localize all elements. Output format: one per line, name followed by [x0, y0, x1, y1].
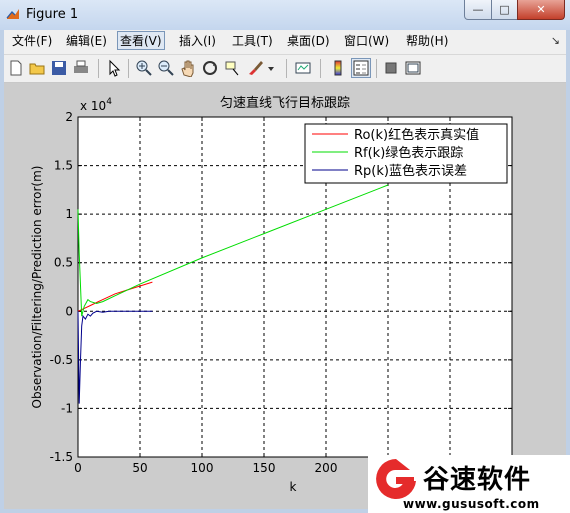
x-tick-label: 200 — [315, 461, 338, 475]
y-multiplier-label: x 104 — [80, 97, 112, 113]
x-tick-label: 50 — [132, 461, 147, 475]
y-tick-label: 1 — [65, 207, 73, 221]
legend-entry: Rp(k)蓝色表示误差 — [354, 163, 467, 179]
legend-entry: Ro(k)红色表示真实值 — [354, 127, 479, 143]
gusu-logo-icon — [376, 459, 416, 499]
watermark-brand: 谷速软件 — [423, 465, 532, 495]
y-axis-label: Observation/Filtering/Prediction error(m… — [30, 166, 44, 409]
legend-entry: Rf(k)绿色表示跟踪 — [354, 145, 463, 161]
x-axis-label: k — [290, 480, 297, 494]
y-tick-label: 0 — [65, 304, 73, 318]
y-tick-label: 0.5 — [54, 256, 73, 270]
y-tick-label: -1.5 — [50, 450, 73, 464]
y-tick-label: -0.5 — [50, 353, 73, 367]
y-tick-label: -1 — [61, 401, 73, 415]
x-tick-label: 0 — [74, 461, 82, 475]
watermark-url: www.gususoft.com — [403, 497, 540, 511]
x-tick-label: 100 — [191, 461, 214, 475]
legend[interactable]: Ro(k)红色表示真实值 Rf(k)绿色表示跟踪 Rp(k)蓝色表示误差 — [304, 123, 508, 184]
watermark: 谷速软件 www.gususoft.com — [368, 455, 570, 513]
chart-svg: 050100150200250300350-1.5-1-0.500.511.52… — [30, 97, 523, 494]
x-tick-label: 150 — [253, 461, 276, 475]
figure-window: Figure 1 — □ ✕ 文件(F) 编辑(E) 查看(V) 插入(I) 工… — [0, 0, 570, 513]
y-tick-label: 1.5 — [54, 159, 73, 173]
y-exponent-label: 4 — [106, 97, 112, 107]
y-tick-label: 2 — [65, 110, 73, 124]
